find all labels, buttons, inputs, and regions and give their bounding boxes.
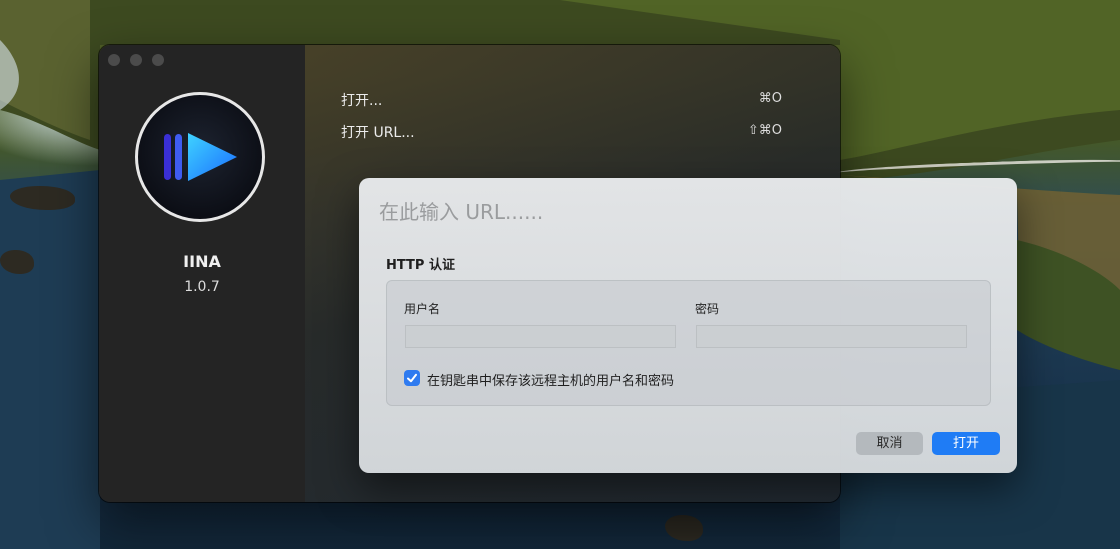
minimize-window-icon[interactable] [130,54,142,66]
username-label: 用户名 [404,302,441,316]
open-file-item[interactable]: 打开... [341,90,382,110]
zoom-window-icon[interactable] [152,54,164,66]
open-file-shortcut: ⌘O [758,91,782,106]
checkmark-icon [407,373,417,383]
password-label: 密码 [695,302,720,316]
desktop-wallpaper: IINA 1.0.7 打开... ⌘O 打开 URL... ⇧⌘O HTTP 认… [0,0,1120,549]
app-name: IINA [183,252,221,271]
save-to-keychain-label[interactable]: 在钥匙串中保存该远程主机的用户名和密码 [427,370,674,389]
save-to-keychain-checkbox[interactable] [404,370,420,386]
url-input[interactable] [377,196,1001,228]
cancel-button[interactable]: 取消 [856,432,923,455]
welcome-sidebar: IINA 1.0.7 [99,45,305,502]
app-version: 1.0.7 [184,279,220,295]
open-url-dialog: HTTP 认证 用户名 密码 在钥匙串中保存该远程主机的用户名和密码 取消 打开 [359,178,1017,473]
open-button[interactable]: 打开 [932,432,1000,455]
open-url-shortcut: ⇧⌘O [747,123,782,138]
open-url-item[interactable]: 打开 URL... [341,122,415,142]
close-window-icon[interactable] [108,54,120,66]
password-field[interactable] [696,325,967,348]
username-field[interactable] [405,325,676,348]
http-auth-title: HTTP 认证 [386,258,455,273]
iina-logo-icon [135,92,265,222]
